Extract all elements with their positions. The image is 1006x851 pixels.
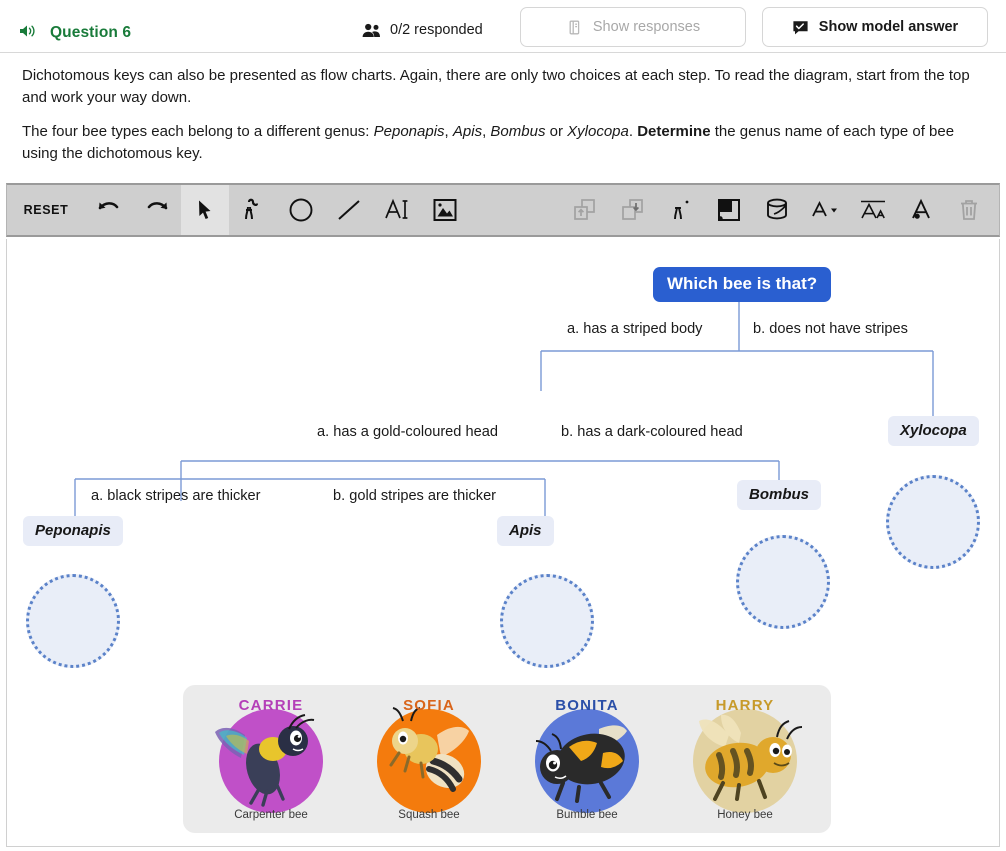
genus-xylocopa-mention: Xylocopa bbox=[567, 122, 629, 140]
undo-icon[interactable] bbox=[85, 185, 133, 235]
prose-p2-lead: The four bee types each belong to a diff… bbox=[22, 122, 374, 140]
line-icon[interactable] bbox=[325, 185, 373, 235]
speaker-icon[interactable] bbox=[18, 23, 36, 39]
branch-label-no-stripes[interactable]: b. does not have stripes bbox=[753, 321, 908, 337]
show-responses-button[interactable]: Show responses bbox=[520, 7, 746, 47]
branch-label-gold-head[interactable]: a. has a gold-coloured head bbox=[317, 424, 498, 440]
show-model-answer-button[interactable]: Show model answer bbox=[762, 7, 988, 47]
reset-label: RESET bbox=[23, 203, 69, 217]
image-icon[interactable] bbox=[421, 185, 469, 235]
bee-art-honey bbox=[699, 714, 803, 801]
prose-sep-1: , bbox=[444, 122, 453, 140]
drop-zone-apis[interactable] bbox=[500, 574, 594, 668]
question-prose: Dichotomous keys can also be presented a… bbox=[0, 53, 1006, 182]
eyedropper-icon[interactable] bbox=[657, 185, 705, 235]
show-model-answer-label: Show model answer bbox=[818, 19, 959, 35]
branch-label-gold-stripes[interactable]: b. gold stripes are thicker bbox=[333, 488, 496, 504]
branch-label-striped-body[interactable]: a. has a striped body bbox=[567, 321, 702, 337]
ellipse-icon[interactable] bbox=[277, 185, 325, 235]
bee-image-tray: CARRIE Carpenter bee SOFIA Squash bee BO… bbox=[183, 685, 831, 833]
bee-art-bumble bbox=[535, 725, 627, 803]
drop-zone-bombus[interactable] bbox=[736, 535, 830, 629]
branch-label-dark-head[interactable]: b. has a dark-coloured head bbox=[561, 424, 743, 440]
pen-draw-icon[interactable] bbox=[229, 185, 277, 235]
branch-label-black-stripes[interactable]: a. black stripes are thicker bbox=[91, 488, 261, 504]
bee-sub-carrie: Carpenter bee bbox=[234, 809, 308, 821]
genus-chip-bombus[interactable]: Bombus bbox=[737, 480, 821, 510]
bee-art-squash bbox=[389, 707, 469, 792]
send-backward-icon[interactable] bbox=[609, 185, 657, 235]
paint-bucket-icon[interactable] bbox=[753, 185, 801, 235]
redo-icon[interactable] bbox=[133, 185, 181, 235]
prose-paragraph-2: The four bee types each belong to a diff… bbox=[22, 121, 984, 166]
genus-bombus-mention: Bombus bbox=[490, 122, 546, 140]
prose-sep-4: . bbox=[628, 122, 638, 140]
responded-status: 0/2 responded bbox=[362, 22, 483, 38]
genus-apis-mention: Apis bbox=[452, 122, 483, 140]
text-icon[interactable] bbox=[373, 185, 421, 235]
bee-card-harry[interactable]: HARRY Honey bee bbox=[667, 691, 823, 827]
bee-card-carrie[interactable]: CARRIE Carpenter bee bbox=[193, 691, 349, 827]
diagram-canvas[interactable]: Which bee is that? a. has a striped body… bbox=[6, 239, 1000, 847]
bee-name-bonita: BONITA bbox=[555, 697, 619, 714]
question-header: Question 6 0/2 responded Show responses bbox=[0, 0, 1006, 53]
toolbar-left-group: RESET bbox=[7, 185, 469, 235]
genus-chip-peponapis[interactable]: Peponapis bbox=[23, 516, 123, 546]
bee-sub-bonita: Bumble bee bbox=[556, 809, 618, 821]
drop-zone-xylocopa[interactable] bbox=[886, 475, 980, 569]
font-colour-icon[interactable] bbox=[801, 185, 849, 235]
genus-chip-apis[interactable]: Apis bbox=[497, 516, 554, 546]
speech-bubble-check-icon bbox=[792, 19, 809, 36]
text-fill-icon[interactable] bbox=[897, 185, 945, 235]
bee-name-sofia: SOFIA bbox=[403, 697, 455, 714]
bee-sub-harry: Honey bee bbox=[717, 809, 773, 821]
genus-chip-xylocopa[interactable]: Xylocopa bbox=[888, 416, 979, 446]
people-icon bbox=[362, 23, 381, 38]
bee-sub-sofia: Squash bee bbox=[398, 809, 460, 821]
show-responses-label: Show responses bbox=[592, 19, 701, 35]
responses-panel-icon bbox=[566, 19, 583, 36]
responded-count: 0/2 responded bbox=[390, 22, 483, 38]
prose-determine-bold: Determine bbox=[637, 122, 711, 140]
page-title: Question 6 bbox=[50, 24, 132, 41]
flowchart-root-node[interactable]: Which bee is that? bbox=[653, 267, 832, 302]
bee-name-harry: HARRY bbox=[715, 697, 775, 714]
prose-paragraph-1: Dichotomous keys can also be presented a… bbox=[22, 67, 970, 107]
bee-card-sofia[interactable]: SOFIA Squash bee bbox=[351, 691, 507, 827]
bee-card-bonita[interactable]: BONITA Bumble bee bbox=[509, 691, 665, 827]
fill-shape-icon[interactable] bbox=[705, 185, 753, 235]
bring-forward-icon[interactable] bbox=[561, 185, 609, 235]
font-size-icon[interactable] bbox=[849, 185, 897, 235]
genus-peponapis-mention: Peponapis bbox=[373, 122, 445, 140]
select-cursor-icon[interactable] bbox=[181, 185, 229, 235]
bee-art-carpenter bbox=[215, 714, 315, 807]
toolbar-right-group bbox=[561, 185, 999, 235]
delete-trash-icon[interactable] bbox=[945, 185, 993, 235]
reset-button[interactable]: RESET bbox=[7, 185, 85, 235]
drop-zone-peponapis[interactable] bbox=[26, 574, 120, 668]
bee-name-carrie: CARRIE bbox=[238, 697, 304, 714]
prose-sep-3: or bbox=[545, 122, 568, 140]
drawing-toolbar: RESET bbox=[6, 183, 1000, 237]
